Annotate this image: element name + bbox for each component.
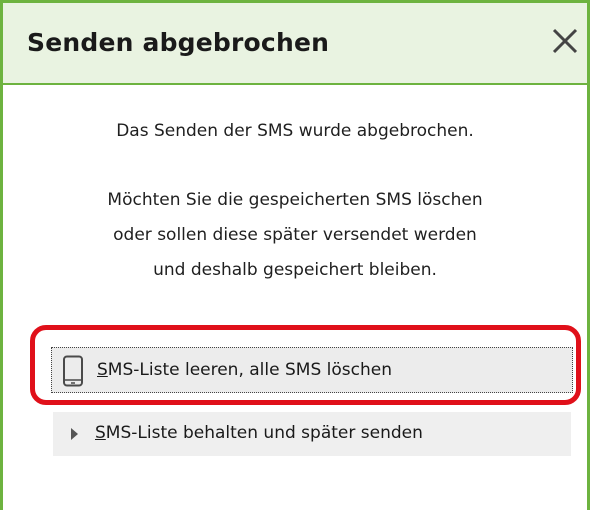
status-message: Das Senden der SMS wurde abgebrochen.	[116, 121, 474, 141]
dialog: Senden abgebrochen Das Senden der SMS wu…	[0, 0, 590, 510]
question-line-3: und deshalb gespeichert bleiben.	[153, 260, 437, 280]
dialog-title: Senden abgebrochen	[27, 28, 330, 57]
arrow-right-icon	[71, 428, 78, 440]
question-message: Möchten Sie die gespeicherten SMS lösche…	[3, 183, 587, 288]
clear-sms-list-button[interactable]: SMS-Liste leeren, alle SMS löschen	[51, 347, 573, 393]
keep-sms-list-button[interactable]: SMS-Liste behalten und später senden	[53, 412, 571, 456]
question-line-2: oder sollen diese später versendet werde…	[113, 225, 477, 245]
question-line-1: Möchten Sie die gespeicherten SMS lösche…	[107, 190, 483, 210]
dialog-titlebar: Senden abgebrochen	[3, 3, 587, 85]
phone-icon	[63, 355, 83, 387]
keep-sms-list-label: SMS-Liste behalten und später senden	[95, 423, 423, 443]
clear-sms-list-label: SMS-Liste leeren, alle SMS löschen	[97, 360, 392, 380]
close-icon[interactable]	[547, 23, 583, 59]
